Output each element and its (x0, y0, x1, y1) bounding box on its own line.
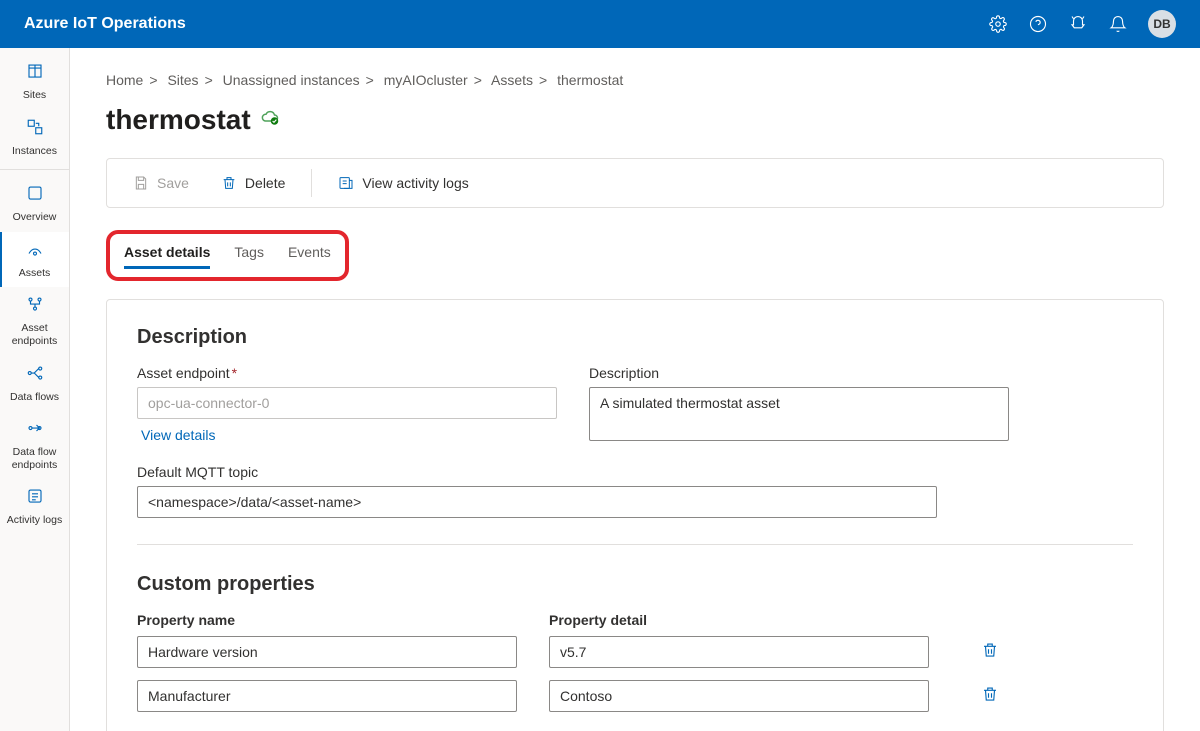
save-button: Save (121, 169, 201, 197)
avatar[interactable]: DB (1148, 10, 1176, 38)
property-detail-input[interactable] (549, 680, 929, 712)
delete-button[interactable]: Delete (209, 169, 297, 197)
sidebar-item-label: Activity logs (7, 514, 62, 527)
breadcrumb-current: thermostat (557, 72, 623, 88)
col-property-detail: Property detail (549, 612, 929, 628)
sidebar-item-label: Asset endpoints (2, 322, 67, 347)
sidebar-item-instances[interactable]: Instances (0, 110, 69, 171)
tab-events[interactable]: Events (288, 244, 331, 269)
page-title: thermostat (106, 104, 251, 136)
sidebar-item-label: Instances (12, 145, 57, 158)
activity-logs-button-label: View activity logs (362, 175, 468, 191)
dataflow-endpoints-icon (26, 419, 44, 442)
save-button-label: Save (157, 175, 189, 191)
dataflows-icon (26, 364, 44, 387)
asset-endpoint-label: Asset endpoint* (137, 365, 557, 381)
breadcrumb-link[interactable]: myAIOcluster (384, 72, 468, 88)
asset-details-card: Description Asset endpoint* View details… (106, 299, 1164, 731)
sidebar-item-data-flows[interactable]: Data flows (0, 356, 69, 412)
sidebar-item-label: Data flows (10, 391, 59, 404)
help-icon[interactable] (1028, 14, 1048, 34)
book-icon (26, 62, 44, 85)
tab-asset-details[interactable]: Asset details (124, 244, 210, 269)
sidebar-item-assets[interactable]: Assets (0, 232, 69, 288)
description-label: Description (589, 365, 1009, 381)
custom-properties-heading: Custom properties (137, 573, 1133, 596)
sidebar-item-dataflow-endpoints[interactable]: Data flow endpoints (0, 411, 69, 479)
sidebar: Sites Instances Overview Assets Asset en… (0, 48, 70, 731)
property-detail-input[interactable] (549, 636, 929, 668)
breadcrumb-link[interactable]: Assets (491, 72, 533, 88)
sidebar-item-label: Sites (23, 89, 46, 102)
view-details-link[interactable]: View details (137, 427, 215, 443)
bell-alert-icon[interactable] (1068, 14, 1088, 34)
breadcrumb-link[interactable]: Unassigned instances (223, 72, 360, 88)
sidebar-item-asset-endpoints[interactable]: Asset endpoints (0, 287, 69, 355)
overview-icon (26, 184, 44, 207)
sidebar-item-label: Assets (19, 267, 51, 280)
sidebar-item-activity-logs[interactable]: Activity logs (0, 479, 69, 535)
property-name-input[interactable] (137, 636, 517, 668)
main-content: Home> Sites> Unassigned instances> myAIO… (70, 48, 1200, 731)
bell-icon[interactable] (1108, 14, 1128, 34)
topbar-actions: DB (988, 10, 1176, 38)
custom-properties-header: Property name Property detail (137, 612, 1133, 628)
custom-property-row (137, 636, 1133, 668)
tabs-highlight-box: Asset details Tags Events (106, 230, 349, 281)
activity-logs-icon (26, 487, 44, 510)
assets-icon (26, 240, 44, 263)
sidebar-item-label: Overview (13, 211, 57, 224)
custom-property-row (137, 680, 1133, 712)
property-name-input[interactable] (137, 680, 517, 712)
asset-endpoint-input (137, 387, 557, 419)
gear-icon[interactable] (988, 14, 1008, 34)
tab-tags[interactable]: Tags (234, 244, 264, 269)
col-property-name: Property name (137, 612, 517, 628)
view-activity-logs-button[interactable]: View activity logs (326, 169, 480, 197)
sidebar-item-overview[interactable]: Overview (0, 176, 69, 232)
trash-icon[interactable] (981, 641, 999, 664)
instances-icon (26, 118, 44, 141)
top-header: Azure IoT Operations DB (0, 0, 1200, 48)
trash-icon[interactable] (981, 685, 999, 708)
sidebar-item-sites[interactable]: Sites (0, 54, 69, 110)
breadcrumb-link[interactable]: Sites (167, 72, 198, 88)
description-textarea[interactable]: A simulated thermostat asset (589, 387, 1009, 441)
tabs: Asset details Tags Events (124, 244, 331, 269)
cloud-check-icon (261, 109, 279, 132)
command-divider (311, 169, 312, 197)
section-divider (137, 544, 1133, 545)
endpoints-icon (26, 295, 44, 318)
breadcrumb: Home> Sites> Unassigned instances> myAIO… (106, 72, 1164, 88)
delete-button-label: Delete (245, 175, 285, 191)
sidebar-item-label: Data flow endpoints (2, 446, 67, 471)
command-bar: Save Delete View activity logs (106, 158, 1164, 208)
description-heading: Description (137, 326, 1133, 349)
mqtt-topic-label: Default MQTT topic (137, 464, 937, 480)
app-title: Azure IoT Operations (24, 15, 186, 33)
breadcrumb-link[interactable]: Home (106, 72, 143, 88)
mqtt-topic-input[interactable] (137, 486, 937, 518)
